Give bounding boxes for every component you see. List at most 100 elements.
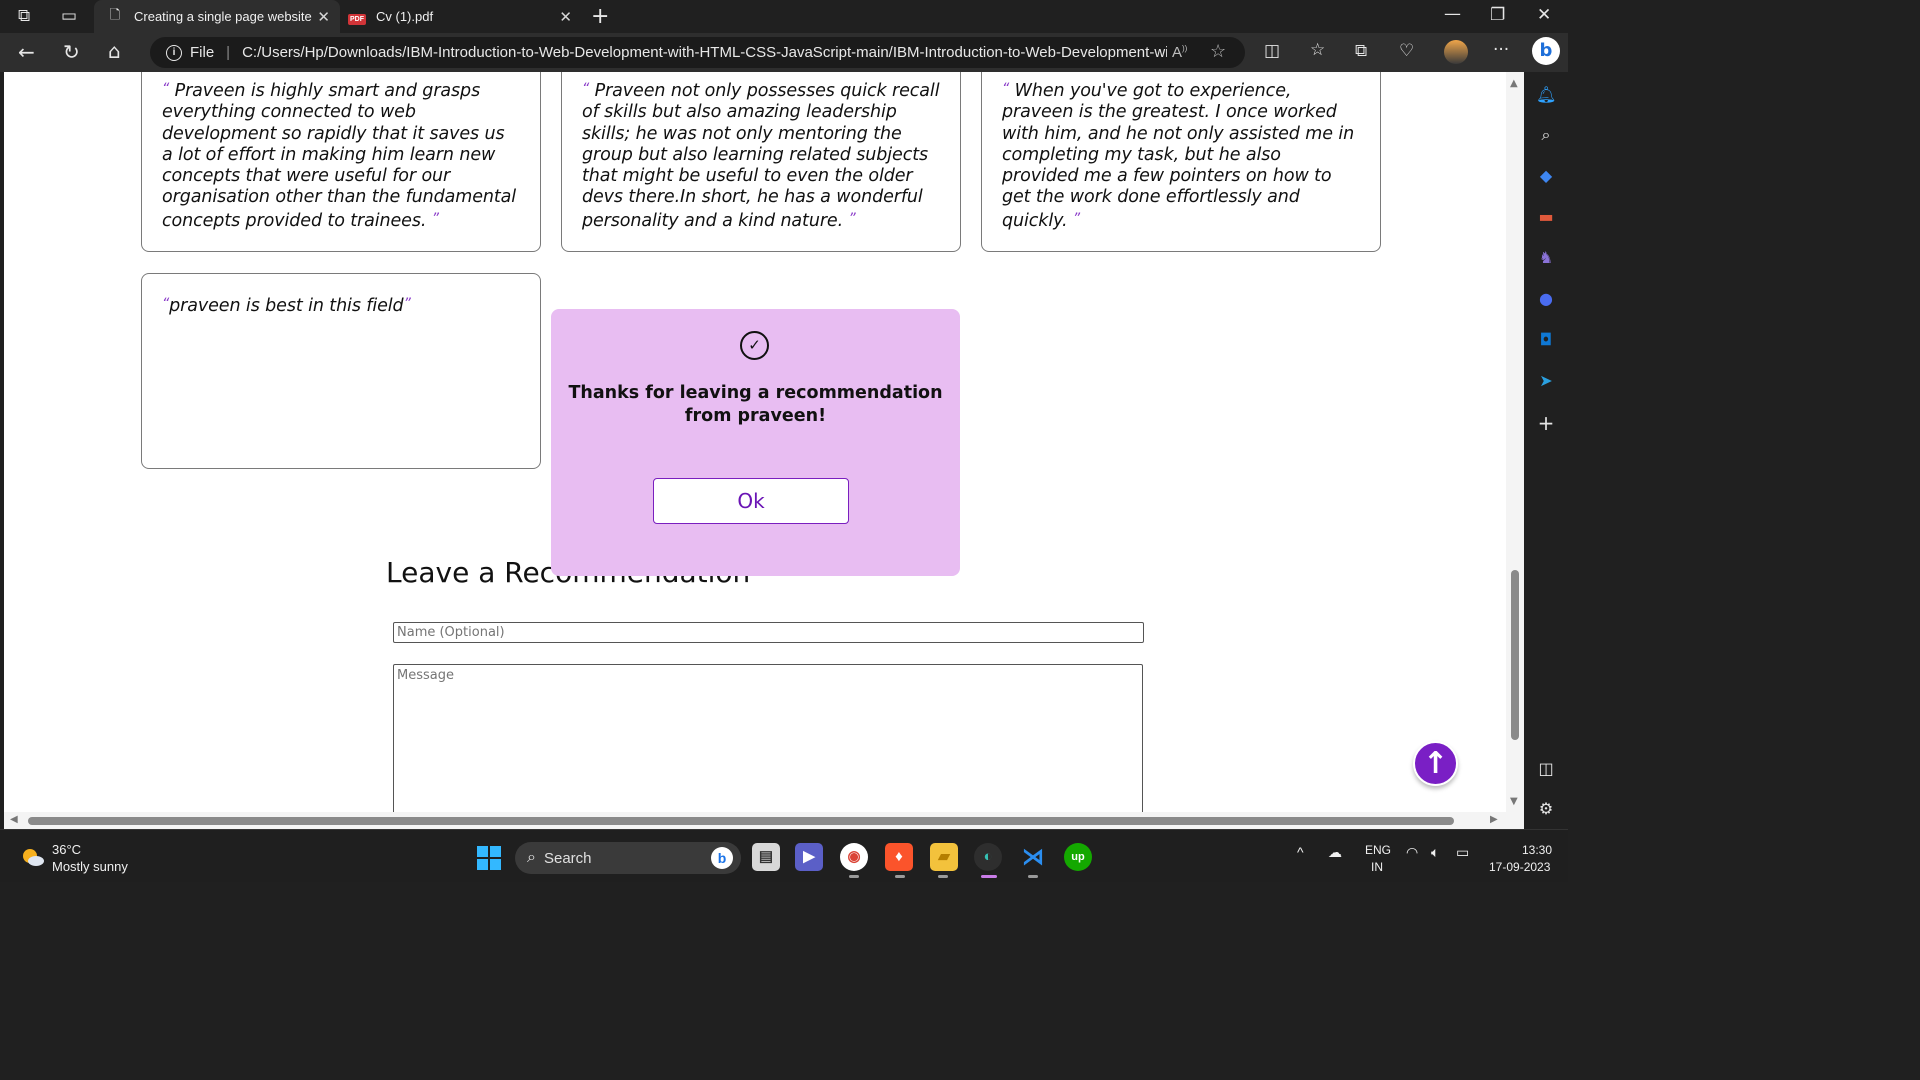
scroll-down-icon[interactable]: ▼ [1510, 796, 1518, 807]
running-indicator [1028, 875, 1038, 878]
sunny-weather-icon[interactable] [21, 847, 45, 867]
recommendation-text: “praveen is best in this field” [162, 296, 411, 316]
home-icon[interactable]: ⌂ [108, 41, 121, 61]
favorites-icon[interactable]: ☆ [1310, 42, 1325, 59]
horizontal-scrollbar[interactable]: ◀ ▶ [4, 812, 1524, 829]
arrow-up-icon: ↑ [1422, 746, 1449, 781]
tab-title: Cv (1).pdf [376, 9, 434, 24]
bing-copilot-icon[interactable]: b [1532, 37, 1560, 65]
wifi-icon[interactable]: ◠ [1406, 844, 1418, 861]
close-tab-icon[interactable]: ✕ [559, 8, 572, 26]
search-icon: ⌕ [527, 849, 536, 866]
profile-avatar[interactable] [1444, 40, 1468, 64]
scroll-up-icon[interactable]: ▲ [1510, 78, 1518, 89]
scroll-to-top-button[interactable]: ↑ [1413, 741, 1458, 786]
new-tab-icon[interactable]: + [591, 6, 609, 28]
scrollbar-thumb[interactable] [1511, 570, 1519, 740]
browser-essentials-icon[interactable]: ♡ [1399, 43, 1414, 60]
confirmation-modal: ✓ Thanks for leaving a recommendation fr… [551, 309, 960, 576]
star-icon[interactable]: ☆ [1210, 41, 1226, 62]
read-aloud-icon[interactable]: A)) [1172, 44, 1187, 61]
edge-sidebar: 🔔︎ ⌕ ◆ ▬ ♞ ● ◘ ➤ + ◫ ⚙ [1524, 72, 1568, 829]
tools-icon[interactable]: ▬ [1536, 207, 1556, 227]
close-tab-icon[interactable]: ✕ [317, 8, 330, 26]
refresh-icon[interactable]: ↻ [63, 42, 80, 62]
language-indicator[interactable]: ENG [1365, 843, 1391, 857]
file-icon[interactable]: ▤ [752, 843, 780, 871]
workspaces-icon[interactable]: ⧉ [18, 8, 30, 25]
chrome-icon[interactable]: ◉ [840, 843, 868, 871]
check-circle-icon: ✓ [740, 331, 769, 360]
gear-icon[interactable]: ⚙ [1536, 799, 1556, 819]
clock-date[interactable]: 17-09-2023 [1489, 860, 1550, 874]
address-scheme: File [190, 44, 215, 61]
copilot-icon[interactable]: ● [1536, 289, 1556, 309]
page-icon: 🗋 [109, 6, 121, 22]
onedrive-icon[interactable]: ☁ [1328, 844, 1342, 861]
nav-bar: ← ↻ ⌂ i File | C:/Users/Hp/Downloads/IBM… [0, 33, 1568, 72]
more-icon[interactable]: ··· [1493, 42, 1509, 59]
recommendation-card: “praveen is best in this field” [141, 273, 541, 469]
address-separator: | [226, 44, 231, 61]
address-url[interactable]: C:/Users/Hp/Downloads/IBM-Introduction-t… [242, 44, 1167, 61]
recommendation-card: “ Praveen is highly smart and grasps eve… [141, 72, 541, 252]
restore-icon[interactable]: ❐ [1490, 7, 1505, 24]
file-explorer-icon[interactable]: ▰ [930, 843, 958, 871]
volume-icon[interactable]: 🔈︎ [1431, 844, 1439, 861]
weather-desc[interactable]: Mostly sunny [52, 859, 128, 874]
tab-title: Creating a single page website [134, 9, 312, 24]
close-window-icon[interactable]: ✕ [1537, 7, 1551, 24]
battery-icon[interactable]: ▭ [1456, 844, 1469, 861]
search-label: Search [543, 849, 592, 867]
name-input[interactable] [393, 622, 1144, 643]
tab-actions-icon[interactable]: ▭ [61, 8, 77, 25]
tab-active[interactable]: 🗋 Creating a single page website ✕ [94, 0, 340, 33]
scroll-left-icon[interactable]: ◀ [10, 814, 18, 825]
recommendation-card: “ Praveen not only possesses quick recal… [561, 72, 961, 252]
outlook-icon[interactable]: ◘ [1536, 330, 1556, 350]
pdf-icon: PDF [348, 14, 366, 25]
info-icon[interactable]: i [166, 44, 182, 61]
split-screen-icon[interactable]: ◫ [1264, 43, 1280, 60]
modal-message: Thanks for leaving a recommendation from… [568, 383, 943, 426]
vertical-scrollbar[interactable]: ▲ ▼ [1506, 72, 1524, 812]
upwork-icon[interactable]: up [1064, 843, 1092, 871]
active-indicator [981, 875, 997, 878]
scroll-right-icon[interactable]: ▶ [1490, 814, 1498, 825]
tab-pdf[interactable]: PDF Cv (1).pdf ✕ [340, 0, 582, 33]
weather-temp[interactable]: 36°C [52, 842, 81, 857]
minimize-icon[interactable]: — [1444, 6, 1461, 23]
recommendation-card: “ When you've got to experience, praveen… [981, 72, 1381, 252]
running-indicator [849, 875, 859, 878]
drop-icon[interactable]: ➤ [1536, 371, 1556, 391]
taskbar-search[interactable]: ⌕ Search b [515, 842, 741, 874]
tab-bar: ⧉ ▭ 🗋 Creating a single page website ✕ P… [0, 0, 1568, 33]
scrollbar-thumb[interactable] [28, 817, 1454, 825]
running-indicator [938, 875, 948, 878]
recommendation-text: “ Praveen is highly smart and grasps eve… [162, 81, 517, 231]
collections-icon[interactable]: ⧉ [1355, 43, 1367, 60]
running-indicator [895, 875, 905, 878]
clock-time[interactable]: 13:30 [1522, 843, 1552, 857]
back-arrow-icon[interactable]: ← [18, 42, 35, 62]
message-textarea[interactable] [393, 664, 1143, 812]
page-viewport: “ Praveen is highly smart and grasps eve… [4, 72, 1524, 812]
recommendation-text: “ Praveen not only possesses quick recal… [582, 81, 940, 231]
teams-icon[interactable]: ▶ [795, 843, 823, 871]
ok-button[interactable]: Ok [653, 478, 849, 524]
add-icon[interactable]: + [1536, 413, 1556, 433]
windows-start-icon[interactable] [477, 846, 501, 870]
bing-icon[interactable]: b [711, 847, 733, 869]
shopping-tag-icon[interactable]: ◆ [1536, 166, 1556, 186]
vscode-icon[interactable]: ⋊ [1019, 843, 1047, 871]
region-indicator[interactable]: IN [1371, 860, 1383, 874]
notification-bell-icon[interactable]: 🔔︎ [1536, 85, 1556, 105]
address-bar[interactable]: i File | C:/Users/Hp/Downloads/IBM-Intro… [150, 37, 1245, 68]
edge-icon[interactable]: ◐ [974, 843, 1002, 871]
sidebar-toggle-icon[interactable]: ◫ [1536, 759, 1556, 779]
games-icon[interactable]: ♞ [1536, 248, 1556, 268]
chevron-up-icon[interactable]: ^ [1297, 844, 1304, 860]
brave-icon[interactable]: ♦ [885, 843, 913, 871]
taskbar: 36°C Mostly sunny ⌕ Search b ▤ ▶ ◉ ♦ ▰ ◐… [0, 829, 1568, 882]
search-icon[interactable]: ⌕ [1536, 125, 1556, 145]
